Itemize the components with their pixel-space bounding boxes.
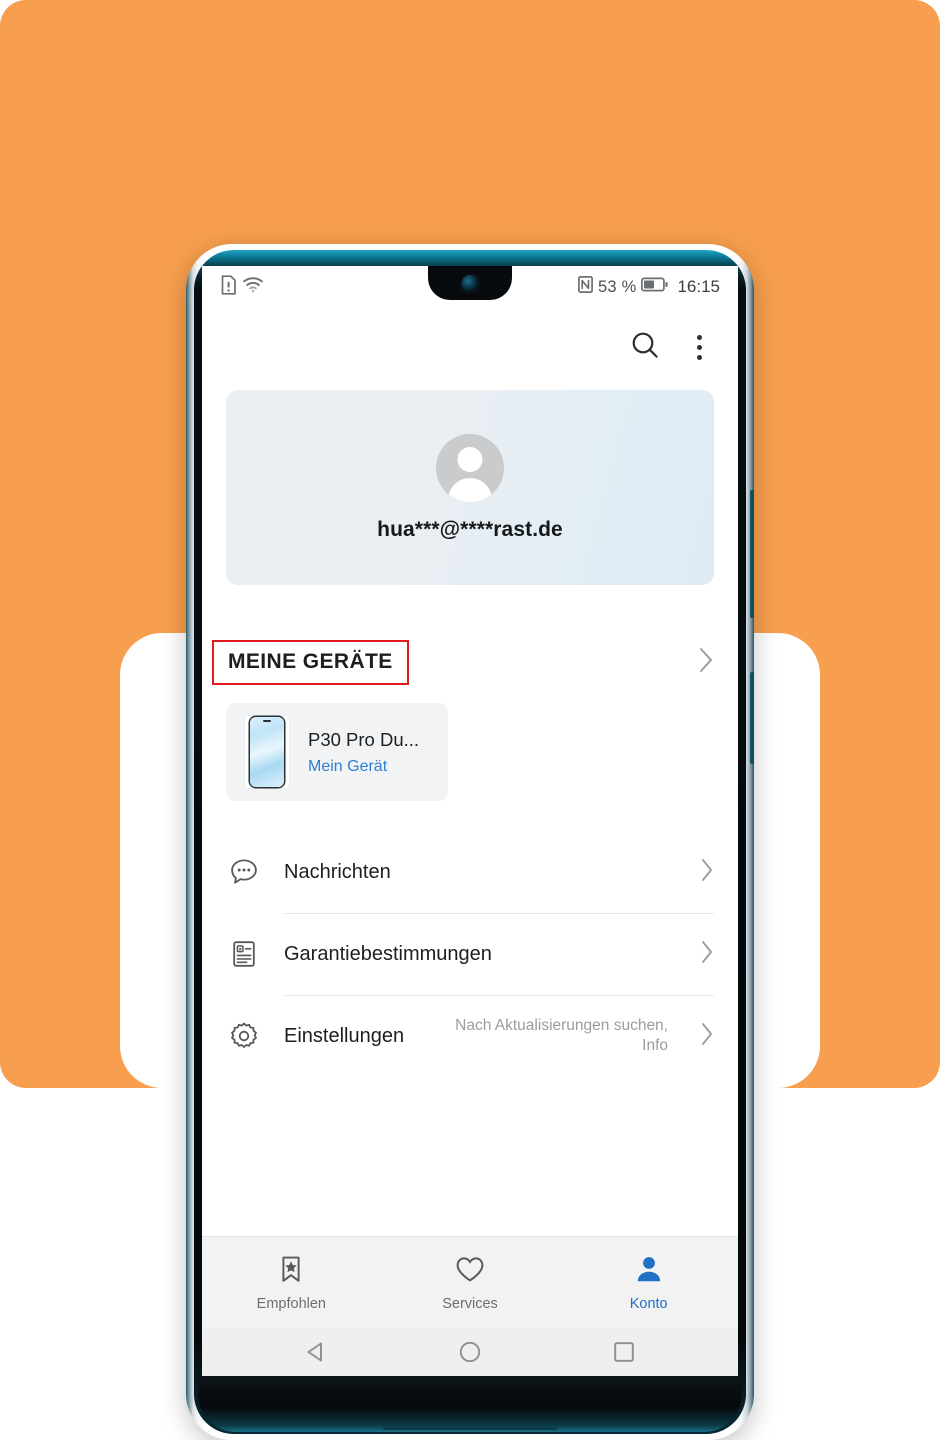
person-icon [634, 1254, 664, 1289]
back-triangle-icon[interactable] [303, 1339, 329, 1370]
device-card-texts: P30 Pro Du... Mein Gerät [308, 729, 419, 776]
bottom-nav-item-konto[interactable]: Konto [559, 1254, 738, 1312]
bottom-nav-label: Services [442, 1295, 498, 1312]
overflow-menu-button[interactable] [691, 331, 708, 364]
phone-chin [198, 1376, 742, 1432]
device-name-label: P30 Pro Du... [308, 728, 420, 750]
chat-bubble-icon [226, 856, 262, 888]
phone-thumbnail-icon [244, 715, 290, 789]
menu-item-garantiebestimmungen[interactable]: Garantiebestimmungen [226, 913, 714, 995]
recents-square-icon[interactable] [611, 1339, 637, 1370]
more-vertical-icon [691, 331, 708, 364]
device-tag-label: Mein Gerät [308, 757, 388, 775]
bottom-nav-item-services[interactable]: Services [381, 1254, 560, 1312]
bottom-nav-label: Empfohlen [256, 1295, 326, 1312]
home-circle-icon[interactable] [457, 1339, 483, 1370]
android-navigation-bar [202, 1328, 738, 1380]
battery-icon [641, 277, 669, 297]
menu-item-label: Einstellungen [284, 1024, 405, 1047]
gear-icon [226, 1020, 262, 1052]
avatar-person-icon [436, 433, 504, 502]
menu-item-einstellungen[interactable]: Einstellungen Nach Aktualisierungen such… [226, 995, 714, 1077]
app-bar [202, 308, 738, 386]
phone-screen: 53 % 16:15 hua***@****rast.de MEINE GERÄ… [202, 266, 738, 1380]
heart-icon [454, 1254, 486, 1289]
wifi-icon [243, 276, 263, 298]
bottom-navigation-bar: Empfohlen Services Konto [202, 1236, 738, 1328]
battery-percent-label: 53 % [598, 277, 637, 296]
chevron-right-icon[interactable] [700, 1021, 714, 1052]
my-devices-highlight-box: MEINE GERÄTE [212, 639, 409, 685]
menu-item-label: Garantiebestimmungen [284, 942, 492, 965]
profile-email-label: hua***@****rast.de [377, 517, 563, 541]
nfc-icon [578, 276, 593, 298]
profile-card[interactable]: hua***@****rast.de [226, 390, 714, 585]
power-button[interactable] [750, 672, 754, 764]
status-bar-clock: 16:15 [677, 277, 720, 296]
document-warranty-icon [226, 938, 262, 970]
bottom-nav-label: Konto [629, 1295, 668, 1312]
device-card[interactable]: P30 Pro Du... Mein Gerät [226, 703, 448, 801]
chevron-right-icon[interactable] [700, 857, 714, 888]
chevron-right-icon[interactable] [698, 646, 714, 679]
my-devices-header[interactable]: MEINE GERÄTE [212, 637, 714, 687]
display-notch [428, 266, 512, 300]
search-icon [629, 329, 661, 366]
my-devices-title: MEINE GERÄTE [228, 649, 393, 673]
front-camera-icon [461, 275, 479, 292]
bottom-nav-item-empfohlen[interactable]: Empfohlen [202, 1254, 381, 1312]
menu-item-subtitle: Nach Aktualisierungen suchen, Info [455, 1017, 668, 1054]
bookmark-star-icon [276, 1254, 306, 1289]
search-button[interactable] [629, 329, 661, 366]
status-bar-left [220, 274, 263, 300]
menu-item-nachrichten[interactable]: Nachrichten [226, 831, 714, 913]
chevron-right-icon[interactable] [700, 939, 714, 970]
screenshot-root: 53 % 16:15 hua***@****rast.de MEINE GERÄ… [0, 0, 940, 1440]
menu-list: Nachrichten Garantiebestimmungen Einstel… [226, 831, 714, 1077]
status-bar-right: 53 % 16:15 [578, 276, 720, 298]
menu-item-label: Nachrichten [284, 860, 391, 883]
sim-card-alert-icon [220, 274, 237, 300]
volume-rocker-button[interactable] [750, 490, 754, 618]
phone-device-mockup: 53 % 16:15 hua***@****rast.de MEINE GERÄ… [186, 244, 754, 1440]
